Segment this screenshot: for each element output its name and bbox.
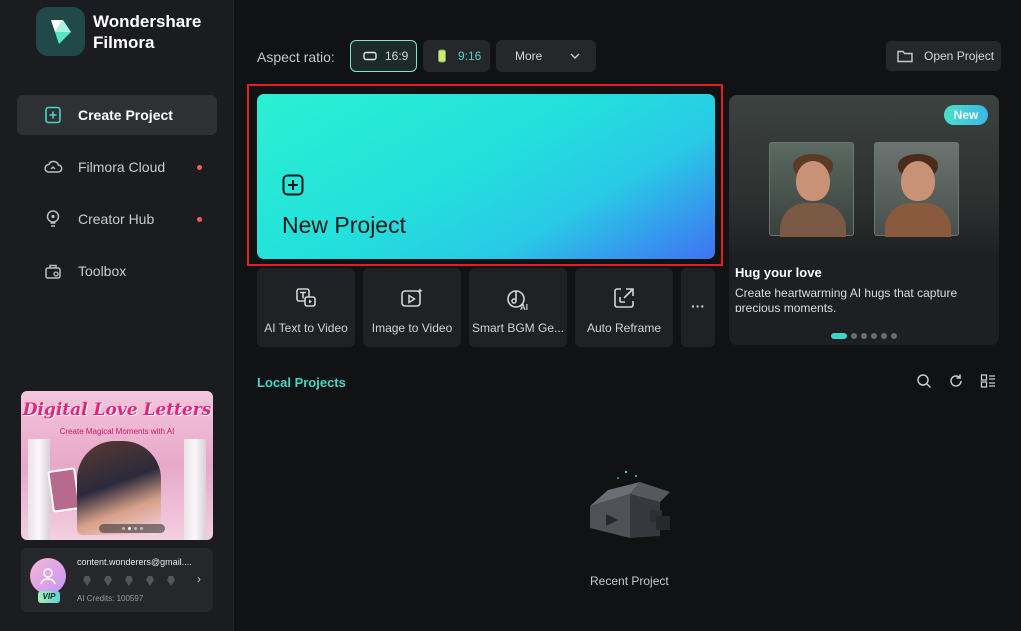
badge-icon (165, 574, 177, 586)
feature-title: Hug your love (735, 265, 822, 280)
svg-text:AI: AI (520, 303, 528, 312)
promo-subtitle: Create Magical Moments with AI (59, 427, 175, 436)
tool-label: Auto Reframe (586, 321, 662, 335)
badge-icon (102, 574, 114, 586)
badge-icon (123, 574, 135, 586)
account-badges (81, 574, 177, 586)
sidebar-item-label: Create Project (78, 107, 173, 123)
promo-banner[interactable]: Digital Love Letters Create Magical Mome… (21, 391, 213, 540)
image-video-icon (399, 286, 425, 313)
toolbox-icon (43, 261, 63, 281)
aspect-more-dropdown[interactable]: More (496, 40, 596, 72)
tool-label: Image to Video (371, 321, 453, 335)
app-name-line1: Wondershare (93, 11, 202, 31)
account-card[interactable]: VIP content.wonderers@gmail.... AI Credi… (21, 548, 213, 612)
notification-dot (197, 217, 202, 222)
sidebar-item-toolbox[interactable]: Toolbox (17, 251, 217, 291)
account-email: content.wonderers@gmail.... (77, 557, 192, 567)
sidebar-item-create-project[interactable]: Create Project (17, 95, 217, 135)
user-icon (40, 568, 56, 585)
promo-pillar-right (184, 439, 206, 540)
sidebar-item-label: Filmora Cloud (78, 159, 166, 175)
landscape-icon (363, 51, 377, 61)
empty-box-illustration (578, 466, 678, 551)
aspect-9-16-label: 9:16 (458, 49, 482, 63)
bulb-icon (43, 209, 63, 229)
tool-label: AI Text to Video (264, 321, 348, 335)
notification-dot (197, 165, 202, 170)
promo-pillar-left (28, 439, 50, 540)
sidebar: Wondershare Filmora Create Project Filmo… (0, 0, 234, 631)
recent-project-label: Recent Project (590, 574, 669, 588)
sidebar-item-label: Creator Hub (78, 211, 155, 227)
open-project-button[interactable]: Open Project (886, 41, 1001, 71)
more-tools-button[interactable]: ··· (681, 268, 715, 347)
open-project-label: Open Project (924, 49, 995, 63)
local-projects-title: Local Projects (257, 375, 346, 390)
promo-couple-image (77, 441, 161, 535)
ai-music-icon: AI (505, 286, 531, 315)
sidebar-item-filmora-cloud[interactable]: Filmora Cloud (17, 147, 217, 187)
avatar (30, 558, 66, 594)
tool-auto-reframe[interactable]: Auto Reframe (575, 268, 673, 347)
sidebar-item-creator-hub[interactable]: Creator Hub (17, 199, 217, 239)
promo-title: Digital Love Letters (22, 400, 212, 420)
new-project-label: New Project (282, 212, 406, 238)
badge-icon (81, 574, 93, 586)
promo-photo-card (47, 467, 81, 513)
aspect-9-16-button[interactable]: 9:16 (423, 40, 490, 72)
tool-image-to-video[interactable]: Image to Video (363, 268, 461, 347)
ai-credits: AI Credits: 100597 (77, 594, 144, 603)
reframe-icon (612, 286, 636, 313)
more-label: More (515, 49, 543, 63)
app-logo: Wondershare Filmora (36, 7, 201, 56)
portrait-icon (438, 49, 446, 63)
search-icon[interactable] (916, 373, 932, 394)
more-dots-icon: ··· (691, 298, 705, 314)
tool-label: Smart BGM Ge... (471, 321, 564, 335)
refresh-icon[interactable] (948, 373, 964, 394)
aspect-16-9-label: 16:9 (385, 49, 409, 63)
app-name-line2: Filmora (93, 32, 155, 52)
sidebar-item-label: Toolbox (78, 263, 127, 279)
vip-badge: VIP (38, 591, 60, 603)
app-name: Wondershare Filmora (93, 11, 201, 53)
badge-icon (144, 574, 156, 586)
local-projects-actions (916, 373, 996, 394)
list-view-icon[interactable] (980, 373, 996, 394)
plus-square-icon (43, 105, 63, 125)
promo-carousel-indicator (99, 524, 165, 533)
aspect-16-9-button[interactable]: 16:9 (350, 40, 417, 72)
new-badge: New (944, 105, 988, 125)
chevron-right-icon: › (197, 572, 201, 586)
chevron-down-icon (570, 53, 580, 59)
cloud-icon (43, 157, 63, 177)
carousel-dots[interactable] (831, 333, 897, 339)
new-project-card[interactable]: New Project (257, 94, 715, 259)
filmora-logo-icon (36, 7, 85, 56)
feature-card[interactable]: New Hug your love Create heartwarming AI… (729, 95, 999, 345)
plus-square-icon (282, 174, 304, 201)
aspect-ratio-label: Aspect ratio: (257, 49, 335, 65)
ai-text-video-icon (294, 286, 318, 313)
photo-frame-woman (874, 142, 959, 237)
feature-description: Create heartwarming AI hugs that capture… (735, 286, 958, 312)
photo-frame-man (769, 142, 854, 237)
tool-ai-text-to-video[interactable]: AI Text to Video (257, 268, 355, 347)
folder-icon (897, 50, 913, 63)
tool-smart-bgm[interactable]: AI Smart BGM Ge... (469, 268, 567, 347)
